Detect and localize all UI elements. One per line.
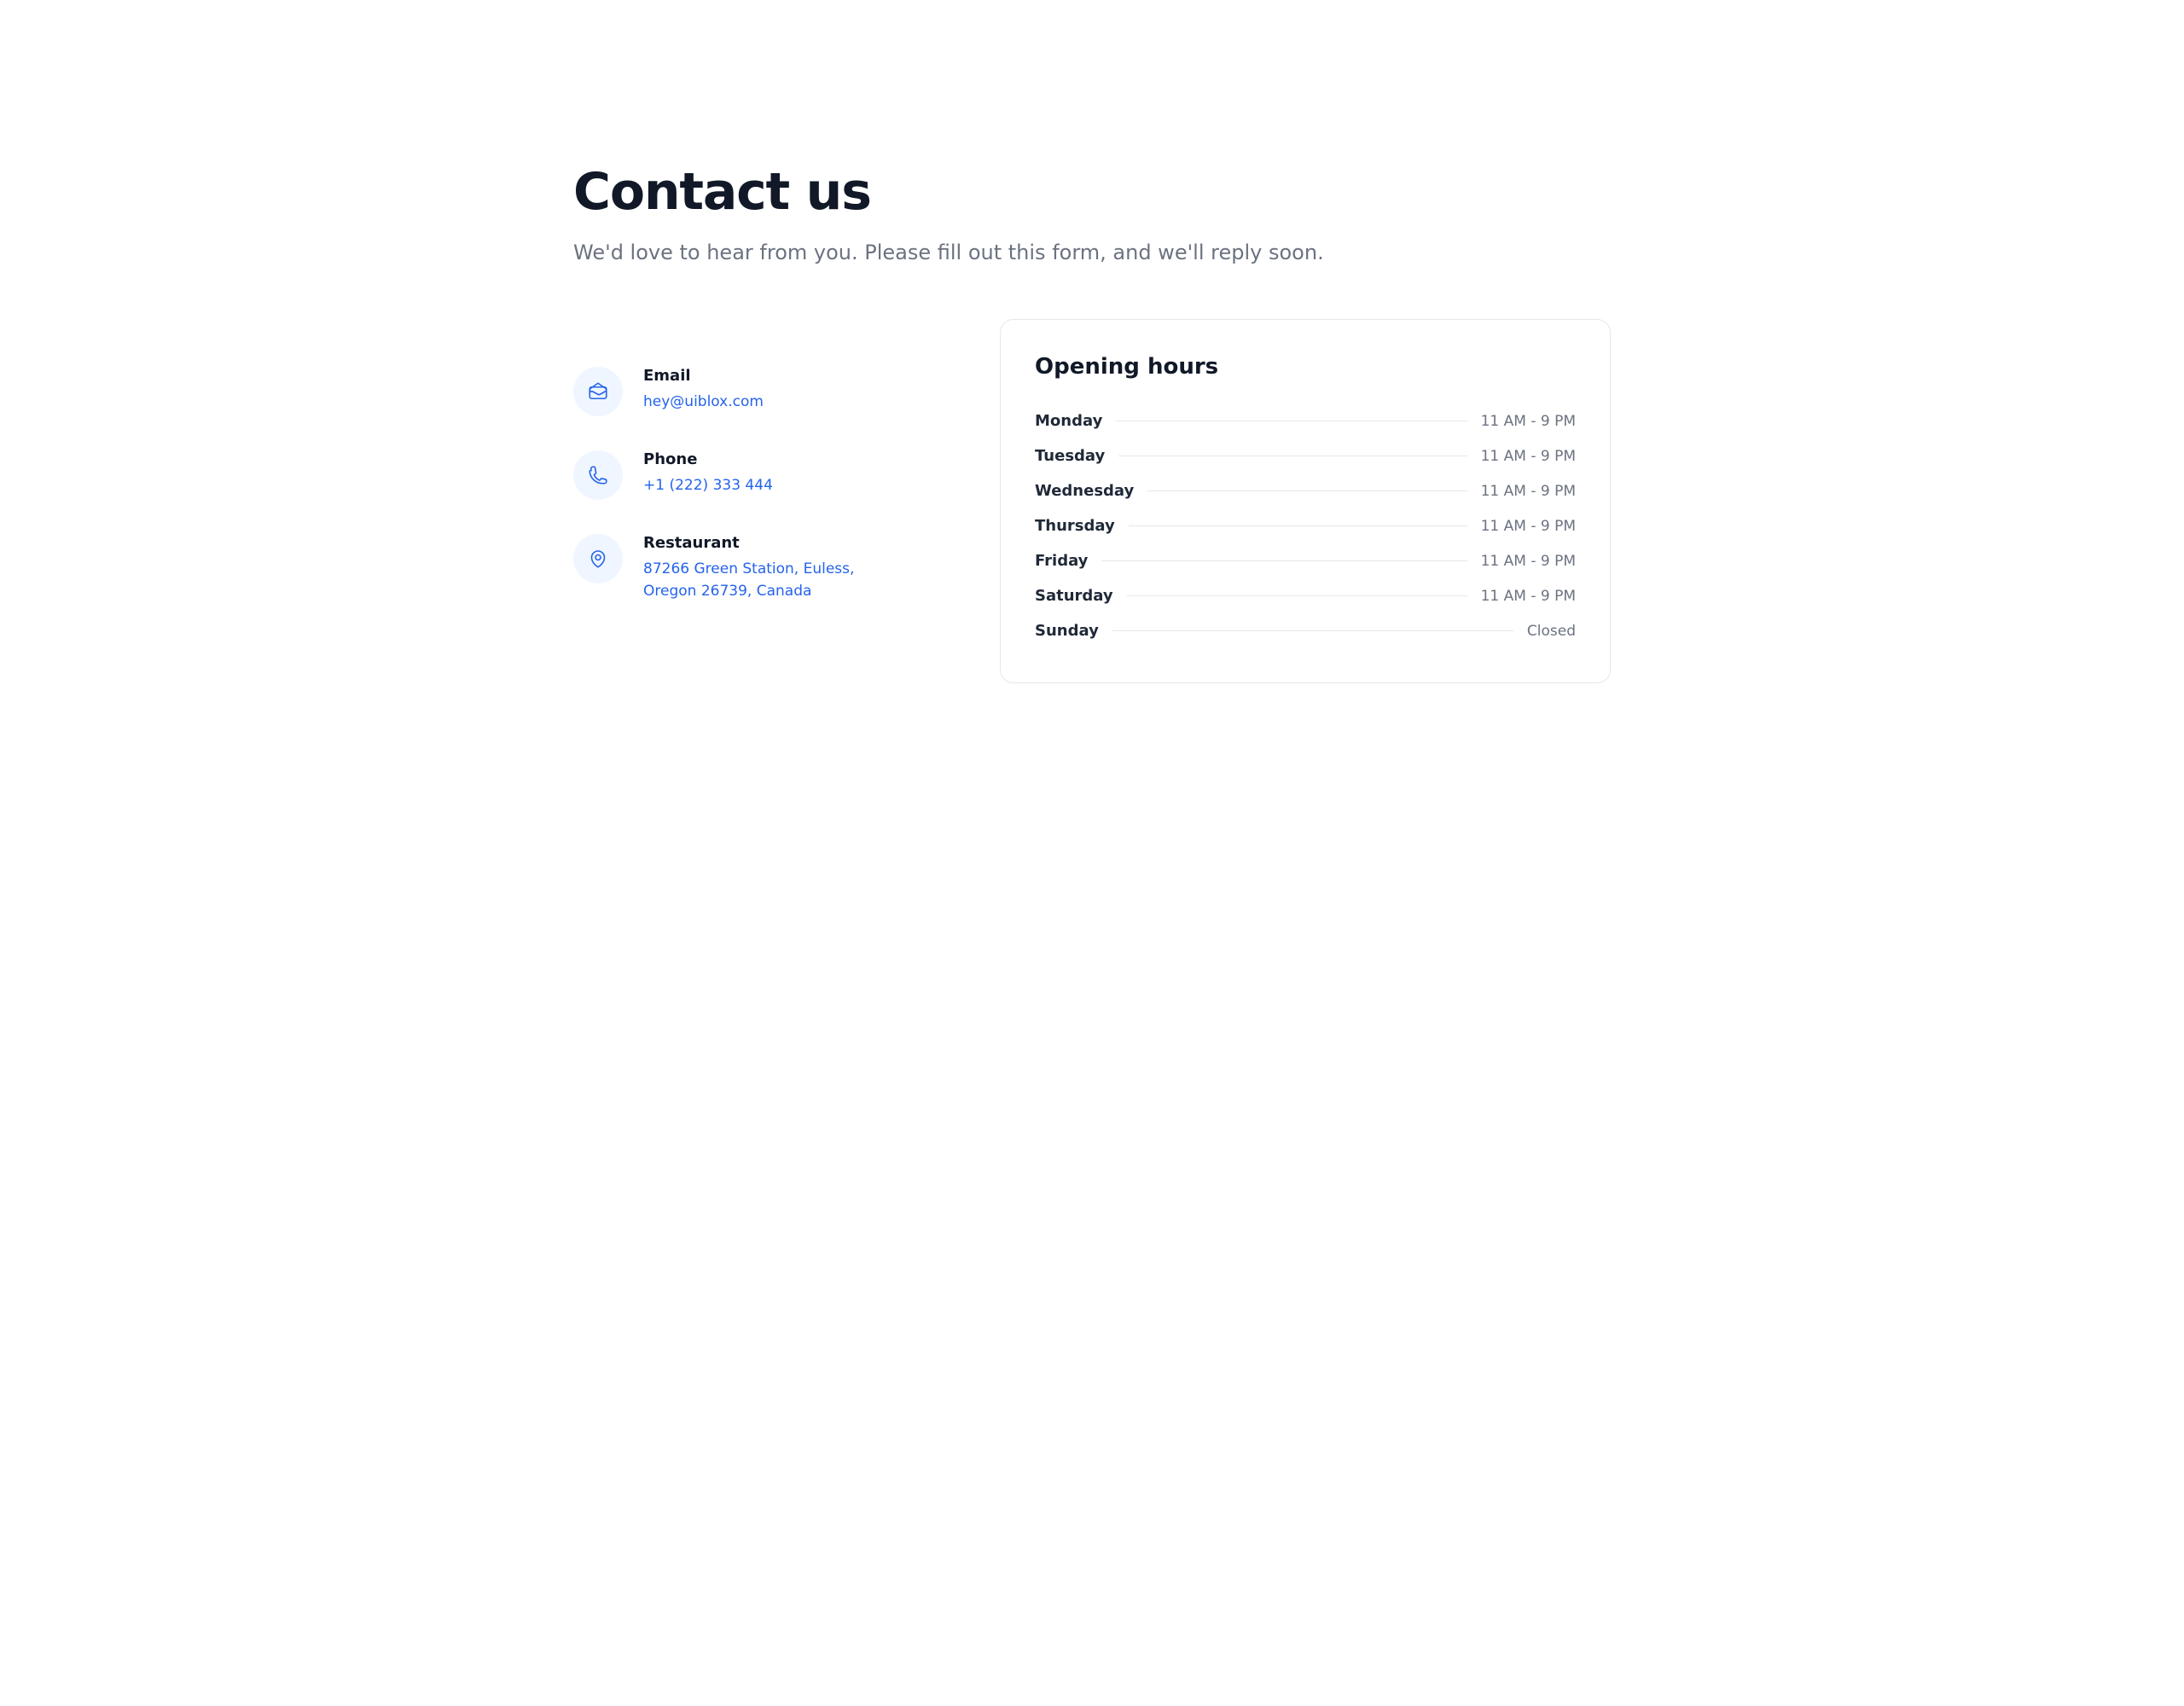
- opening-hours-card: Opening hours Monday 11 AM - 9 PM Tuesday 1…: [1000, 319, 1611, 683]
- hours-row: Monday 11 AM - 9 PM: [1035, 403, 1576, 438]
- address-value: 87266 Green Station, Euless, Oregon 2673…: [643, 559, 865, 602]
- divider: [1147, 490, 1467, 491]
- hours-time: 11 AM - 9 PM: [1481, 413, 1576, 430]
- hours-day: Wednesday: [1035, 482, 1134, 500]
- hours-day: Friday: [1035, 552, 1088, 570]
- email-label: Email: [643, 367, 764, 385]
- hours-time: 11 AM - 9 PM: [1481, 553, 1576, 570]
- hours-day: Saturday: [1035, 587, 1113, 605]
- contact-email: Email hey@uiblox.com: [573, 367, 932, 416]
- phone-icon: [573, 450, 623, 500]
- hours-day: Thursday: [1035, 517, 1115, 535]
- opening-hours-title: Opening hours: [1035, 354, 1576, 380]
- contact-phone: Phone +1 (222) 333 444: [573, 450, 932, 500]
- contact-address: Restaurant 87266 Green Station, Euless, …: [573, 534, 932, 602]
- email-link[interactable]: hey@uiblox.com: [643, 392, 764, 413]
- hours-row: Friday 11 AM - 9 PM: [1035, 543, 1576, 578]
- hours-time: Closed: [1527, 623, 1576, 640]
- hours-row: Wednesday 11 AM - 9 PM: [1035, 473, 1576, 508]
- hours-row: Thursday 11 AM - 9 PM: [1035, 508, 1576, 543]
- divider: [1112, 630, 1513, 631]
- divider: [1101, 560, 1467, 561]
- divider: [1127, 595, 1467, 596]
- address-label: Restaurant: [643, 534, 865, 552]
- map-pin-icon: [573, 534, 623, 583]
- contact-info-panel: Email hey@uiblox.com Phone +1 (222) 333 …: [573, 319, 932, 602]
- page-title: Contact us: [573, 164, 1611, 220]
- envelope-icon: [573, 367, 623, 416]
- hours-row: Tuesday 11 AM - 9 PM: [1035, 438, 1576, 473]
- hours-time: 11 AM - 9 PM: [1481, 588, 1576, 605]
- hours-day: Sunday: [1035, 622, 1099, 640]
- hours-time: 11 AM - 9 PM: [1481, 483, 1576, 500]
- phone-label: Phone: [643, 450, 773, 468]
- phone-link[interactable]: +1 (222) 333 444: [643, 475, 773, 496]
- hours-time: 11 AM - 9 PM: [1481, 448, 1576, 465]
- page-subtitle: We'd love to hear from you. Please fill …: [573, 241, 1611, 264]
- divider: [1129, 525, 1467, 526]
- hours-row: Sunday Closed: [1035, 613, 1576, 648]
- hours-time: 11 AM - 9 PM: [1481, 518, 1576, 535]
- hours-row: Saturday 11 AM - 9 PM: [1035, 578, 1576, 613]
- hours-day: Monday: [1035, 412, 1102, 430]
- hours-day: Tuesday: [1035, 447, 1105, 465]
